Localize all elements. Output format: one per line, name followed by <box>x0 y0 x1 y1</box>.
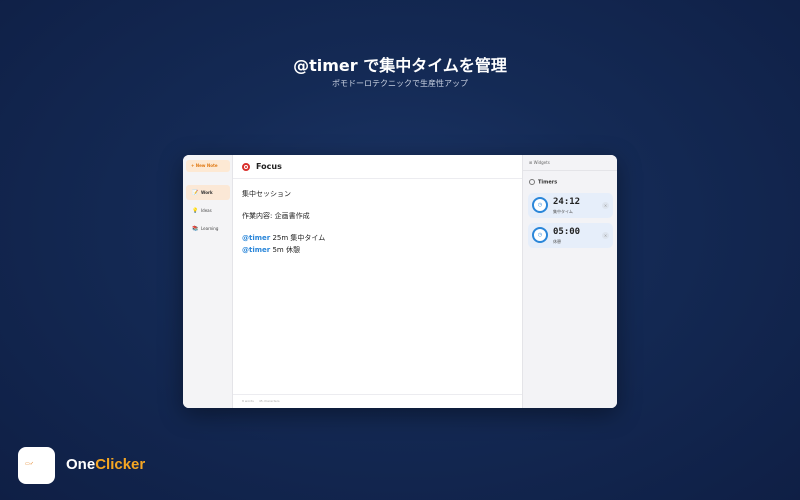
books-icon: 📚 <box>192 226 199 232</box>
sidebar-item-work[interactable]: 📝 Work <box>186 185 230 200</box>
note-line[interactable]: 作業内容: 企画書作成 <box>242 211 310 221</box>
brand-one: One <box>66 456 96 473</box>
editor-stats: 8 words 45 characters <box>242 399 285 403</box>
memo-icon: 📝 <box>192 190 199 196</box>
app-window: + New Note 📝 Work 💡 Ideas 📚 Learning Focus … <box>183 155 617 408</box>
hero-subtitle: ポモドーロテクニックで生産性アップ <box>332 79 468 88</box>
note-title[interactable]: Focus <box>256 162 282 171</box>
sidebar: + New Note 📝 Work 💡 Ideas 📚 Learning <box>183 155 233 408</box>
close-icon[interactable]: × <box>602 232 609 239</box>
sidebar-item-label: Work <box>201 190 213 195</box>
widgets-panel: ⊞ Widgets Timers ◷ 24:12 集中タイム × ◷ 05:00… <box>522 155 617 408</box>
timer-ring-icon[interactable]: ◷ <box>532 197 548 213</box>
target-icon <box>242 163 250 171</box>
timer-command-text: 5m 休憩 <box>270 246 300 254</box>
new-note-label: New Note <box>195 163 218 168</box>
brand-name: OneClicker <box>66 456 145 473</box>
timer-ring-icon[interactable]: ◷ <box>532 227 548 243</box>
timer-time: 05:00 <box>553 227 581 237</box>
timer-mention[interactable]: @timer <box>242 246 270 254</box>
new-note-button[interactable]: + New Note <box>186 160 230 172</box>
clock-icon <box>529 179 535 185</box>
logo-mark: ▭✓ <box>25 461 34 467</box>
sidebar-item-learning[interactable]: 📚 Learning <box>186 221 230 236</box>
close-icon[interactable]: × <box>602 202 609 209</box>
widgets-label: Widgets <box>533 160 550 165</box>
note-line[interactable]: 集中セッション <box>242 189 291 199</box>
timer-card[interactable]: ◷ 05:00 休憩 × <box>528 223 613 248</box>
timer-command-line[interactable]: @timer 5m 休憩 <box>242 245 300 255</box>
editor-footer-divider <box>233 394 523 395</box>
timer-label: 休憩 <box>553 239 561 244</box>
lightbulb-icon: 💡 <box>192 208 199 214</box>
app-logo-icon: ▭✓ <box>18 447 55 484</box>
word-count: 8 words <box>242 399 254 403</box>
editor-header: Focus <box>233 155 523 179</box>
widgets-header: ⊞ Widgets <box>523 155 617 171</box>
timer-label: 集中タイム <box>553 209 573 214</box>
timer-mention[interactable]: @timer <box>242 234 270 242</box>
timer-time: 24:12 <box>553 197 581 207</box>
hero-title: @timer で集中タイムを管理 <box>293 56 507 75</box>
timer-command-text: 25m 集中タイム <box>270 234 326 242</box>
editor[interactable]: Focus 集中セッション 作業内容: 企画書作成 @timer 25m 集中タ… <box>233 155 523 408</box>
char-count: 45 characters <box>258 399 280 403</box>
timers-title: Timers <box>529 179 557 186</box>
sidebar-item-ideas[interactable]: 💡 Ideas <box>186 203 230 218</box>
timer-command-line[interactable]: @timer 25m 集中タイム <box>242 233 325 243</box>
sidebar-item-label: Learning <box>201 226 219 231</box>
brand-clicker: Clicker <box>95 456 146 473</box>
sidebar-item-label: Ideas <box>201 208 212 213</box>
timer-card[interactable]: ◷ 24:12 集中タイム × <box>528 193 613 218</box>
timers-label: Timers <box>538 179 558 186</box>
